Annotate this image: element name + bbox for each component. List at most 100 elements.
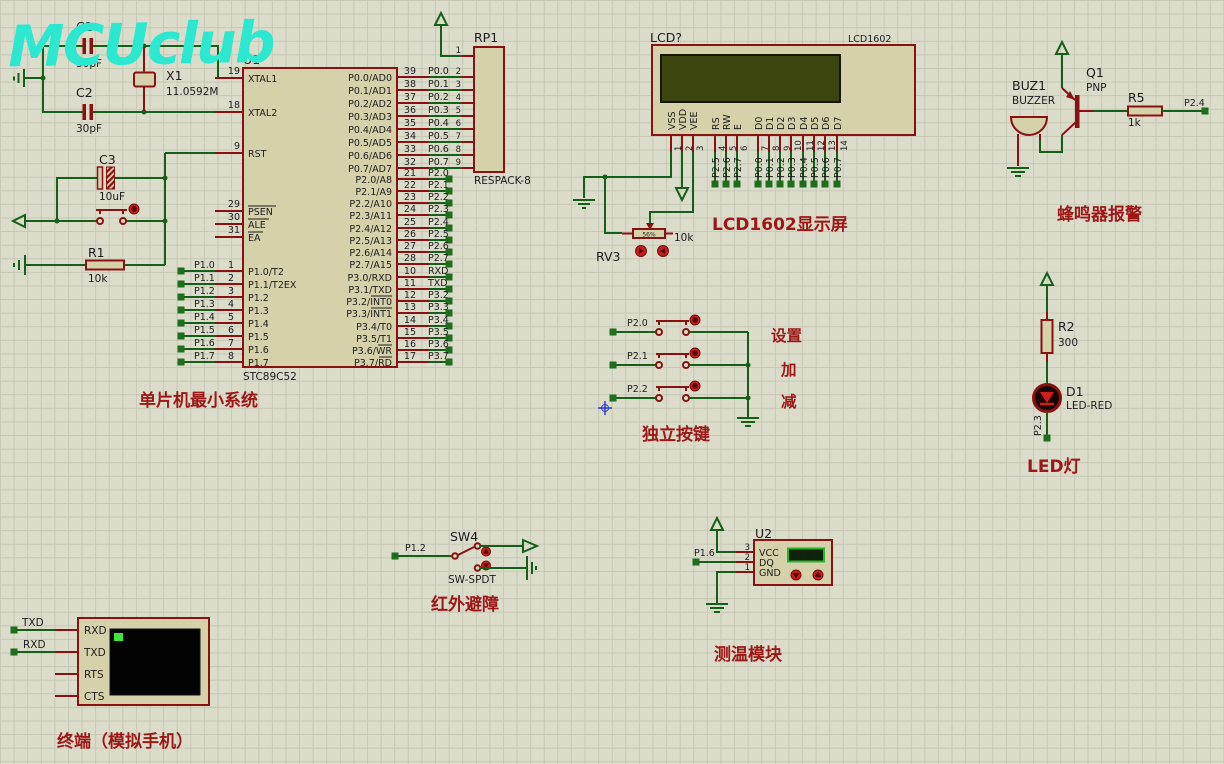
pin-name: P1.4	[248, 319, 269, 330]
rp-pin-number: 2	[456, 67, 461, 77]
resistor-r1: R1 10k	[85, 245, 125, 285]
ref-label: RP1	[474, 30, 498, 45]
pin-name: P1.0/T2	[248, 267, 284, 278]
pin-name: P0.4/AD4	[348, 125, 392, 136]
value-label: 30pF	[76, 123, 102, 135]
spdt-switch[interactable]	[451, 542, 491, 572]
ground-symbol	[13, 69, 25, 87]
crystal-circuit: C1 30pF C2 30pF X1 11.0592M	[13, 19, 219, 135]
net-label: P1.4	[194, 312, 215, 323]
power-arrow-up	[1039, 270, 1055, 286]
net-label: RXD	[23, 639, 46, 651]
net-label: P1.6	[194, 338, 215, 349]
pin-number: 4	[718, 146, 728, 151]
ref-label: U1	[243, 52, 260, 67]
mcu-u1: U1 STC89C52 19 XTAL1 18 XTAL2 9 RST 29 P…	[139, 52, 474, 411]
pin-number: 38	[404, 79, 416, 90]
ref-label: Q1	[1086, 65, 1104, 80]
pin-number: 17	[404, 351, 416, 362]
resistor-r5: R5 1k	[1127, 90, 1163, 129]
ref-label: C2	[76, 85, 93, 100]
net-label: P0.2	[776, 157, 787, 178]
pin-name: D6	[821, 117, 832, 130]
value-label: 30pF	[76, 58, 102, 70]
button-actuator[interactable]	[689, 347, 701, 359]
lcd-screen	[660, 54, 841, 103]
pin-number: 30	[228, 212, 240, 223]
pin-name: TXD	[83, 647, 106, 659]
pin-number: 18	[228, 100, 240, 111]
pin-name: P2.3/A11	[349, 211, 392, 222]
temp-down-button[interactable]	[790, 569, 802, 581]
part-label: RESPACK-8	[474, 175, 531, 187]
temp-up-button[interactable]	[812, 569, 824, 581]
pin-name: RXD	[84, 625, 107, 637]
pin-number: 31	[228, 225, 240, 236]
pin-name: P1.6	[248, 345, 269, 356]
pin-number: 26	[404, 229, 416, 240]
net-label: P2.4	[428, 217, 449, 228]
pin-number: 21	[404, 168, 416, 179]
section-label-temp: 测温模块	[714, 644, 783, 665]
pot-decrease-button[interactable]	[635, 245, 647, 257]
pin-number: 39	[404, 66, 416, 77]
pin-number: 37	[404, 92, 416, 103]
pin-number: 4	[228, 299, 234, 310]
pin-number: 2	[228, 273, 234, 284]
ref-label: U2	[755, 526, 772, 541]
button-actuator[interactable]	[689, 380, 701, 392]
pin-number: 9	[783, 146, 793, 151]
temp-display: 37.0	[787, 547, 825, 563]
net-label: P3.2	[428, 290, 449, 301]
value-label: 300	[1058, 337, 1078, 349]
net-label: P0.1	[428, 79, 449, 90]
pin-name: GND	[759, 568, 781, 579]
pin-number: 6	[740, 146, 750, 151]
pin-name: P3.0/RXD	[348, 273, 392, 284]
pin-number: 5	[729, 146, 739, 151]
net-label: P2.1	[627, 351, 648, 362]
net-label: P0.0	[428, 66, 449, 77]
rp-pin-number: 5	[456, 106, 461, 116]
pin-name: P0.6/AD6	[348, 151, 392, 162]
rp-pin-number: 1	[456, 46, 461, 56]
net-label: P2.3	[428, 204, 449, 215]
switch-toggle-up[interactable]	[481, 546, 491, 557]
pin-name: XTAL1	[248, 74, 277, 85]
net-label: P0.3	[787, 157, 798, 178]
net-label: P1.6	[694, 548, 715, 559]
net-label: P0.3	[428, 105, 449, 116]
net-label: P0.5	[810, 157, 821, 178]
pin-name: P0.3/AD3	[348, 112, 392, 123]
rp-pin-number: 8	[456, 145, 461, 155]
net-label: P0.5	[428, 131, 449, 142]
ref-label: R2	[1058, 319, 1075, 334]
pin-name: D1	[765, 117, 776, 130]
net-label: P2.0	[627, 318, 648, 329]
capacitor-c1: C1 30pF	[76, 19, 102, 70]
power-arrow-up	[1054, 39, 1070, 55]
net-label: TXD	[21, 617, 44, 629]
net-label: P0.7	[833, 157, 844, 178]
pin-number: 1	[228, 260, 234, 271]
pin-number: 16	[404, 339, 416, 350]
value-label: 10k	[88, 273, 108, 285]
pin-number: 14	[404, 315, 416, 326]
pin-name: P2.2/A10	[349, 199, 392, 210]
pin-name: P1.1/T2EX	[248, 280, 297, 291]
pot-increase-button[interactable]	[657, 245, 669, 257]
part-label: BUZZER	[1012, 95, 1055, 107]
net-label: P2.2	[627, 384, 648, 395]
terminal-screen	[109, 628, 201, 696]
pin-name: D0	[754, 117, 765, 130]
pin-number: 1	[745, 563, 750, 573]
key-label-set: 设置	[771, 327, 802, 345]
pin-number: 11	[806, 140, 816, 151]
power-arrow-down	[674, 187, 690, 203]
pin-name: P3.7/RD	[354, 358, 392, 369]
net-label: P2.2	[428, 192, 449, 203]
button-actuator[interactable]	[689, 314, 701, 326]
pin-number: 8	[772, 146, 782, 151]
net-label: TXD	[427, 278, 448, 289]
button-actuator[interactable]	[128, 203, 140, 215]
